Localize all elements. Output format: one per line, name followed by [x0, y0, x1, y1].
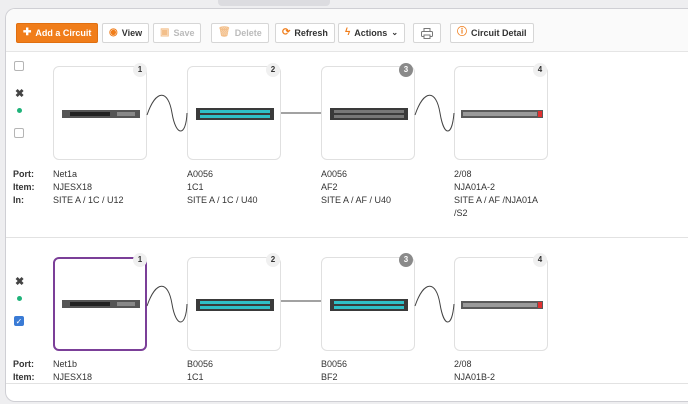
port-value: 2/08: [454, 359, 472, 369]
node-info: B0056 BF2: [321, 358, 431, 384]
port-value: B0056: [321, 359, 348, 369]
port-value: B0056: [187, 359, 214, 369]
circuit-cables: [146, 285, 455, 323]
circuit-panel: ✚ Add a Circuit ◉ View ▣ Save 🗑 Delete ⟳…: [5, 8, 688, 402]
footer-divider: [6, 383, 688, 384]
window-top-notch: [218, 0, 330, 6]
node-info: B0056 1C1: [187, 358, 297, 384]
port-label: Port:: [13, 359, 34, 369]
node-info: 2/08 NJA01B-2: [454, 358, 564, 384]
node-info: Net1b NJESX18: [53, 358, 163, 384]
port-value: Net1b: [53, 359, 78, 369]
field-labels: Port: Item:: [13, 358, 35, 384]
